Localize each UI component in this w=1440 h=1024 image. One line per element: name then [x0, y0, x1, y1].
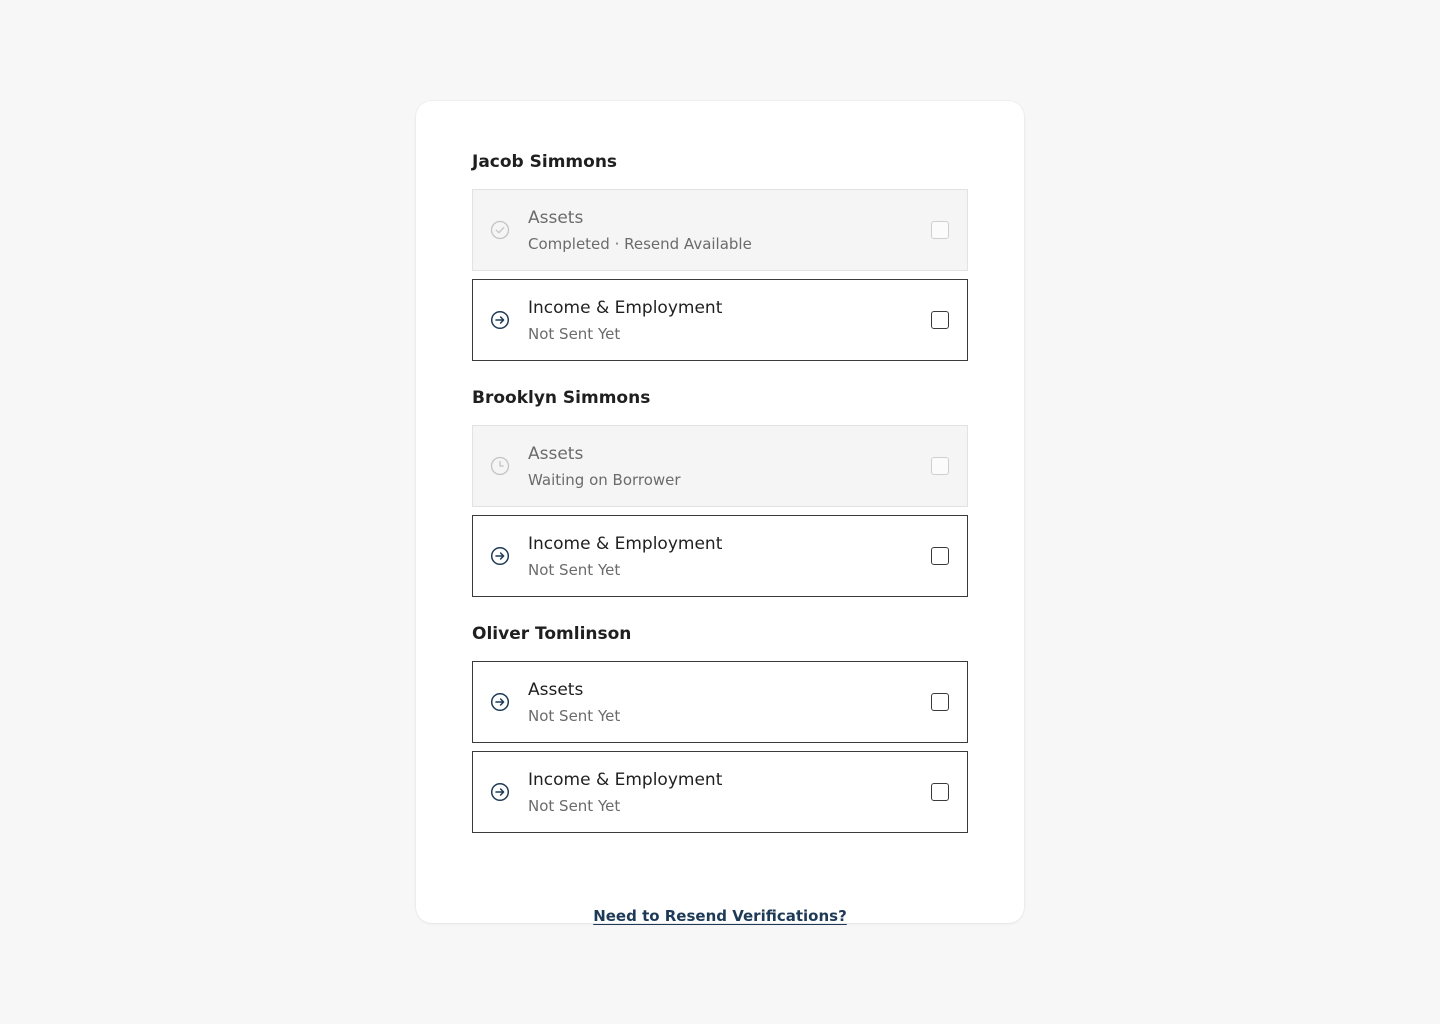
arrow-right-circle-icon [490, 546, 510, 566]
verification-item-income-employment[interactable]: Income & Employment Not Sent Yet [472, 751, 968, 833]
verification-status: Waiting on Borrower [528, 471, 681, 489]
verification-list: Jacob Simmons Assets Completed · Resend … [472, 150, 968, 925]
verification-title: Assets [528, 444, 584, 464]
select-checkbox[interactable] [931, 311, 949, 329]
verification-title: Income & Employment [528, 534, 723, 554]
select-checkbox[interactable] [931, 457, 949, 475]
verification-item-assets: Assets Waiting on Borrower [472, 425, 968, 507]
borrower-group: Jacob Simmons Assets Completed · Resend … [472, 150, 968, 361]
borrower-group: Oliver Tomlinson Assets Not Sent Yet Inc… [472, 622, 968, 833]
resend-verifications-link[interactable]: Need to Resend Verifications? [593, 907, 847, 925]
check-circle-icon [490, 220, 510, 240]
verification-title: Assets [528, 208, 584, 228]
verification-card: Jacob Simmons Assets Completed · Resend … [416, 101, 1024, 925]
resend-footer: Need to Resend Verifications? [472, 906, 968, 925]
select-checkbox[interactable] [931, 783, 949, 801]
verification-item-income-employment[interactable]: Income & Employment Not Sent Yet [472, 279, 968, 361]
verification-item-income-employment[interactable]: Income & Employment Not Sent Yet [472, 515, 968, 597]
borrower-name: Oliver Tomlinson [472, 624, 632, 644]
verification-status: Not Sent Yet [528, 707, 621, 725]
verification-title: Assets [528, 680, 584, 700]
verification-title: Income & Employment [528, 770, 723, 790]
verification-item-assets[interactable]: Assets Not Sent Yet [472, 661, 968, 743]
verification-title: Income & Employment [528, 298, 723, 318]
verification-status: Completed · Resend Available [528, 235, 752, 253]
verification-status: Not Sent Yet [528, 561, 621, 579]
select-checkbox[interactable] [931, 221, 949, 239]
verification-status: Not Sent Yet [528, 325, 621, 343]
verification-status: Not Sent Yet [528, 797, 621, 815]
verification-item-assets: Assets Completed · Resend Available [472, 189, 968, 271]
clock-icon [490, 456, 510, 476]
borrower-name: Jacob Simmons [472, 152, 618, 172]
arrow-right-circle-icon [490, 692, 510, 712]
borrower-name: Brooklyn Simmons [472, 388, 651, 408]
select-checkbox[interactable] [931, 547, 949, 565]
borrower-group: Brooklyn Simmons Assets Waiting on Borro… [472, 386, 968, 597]
arrow-right-circle-icon [490, 782, 510, 802]
arrow-right-circle-icon [490, 310, 510, 330]
select-checkbox[interactable] [931, 693, 949, 711]
